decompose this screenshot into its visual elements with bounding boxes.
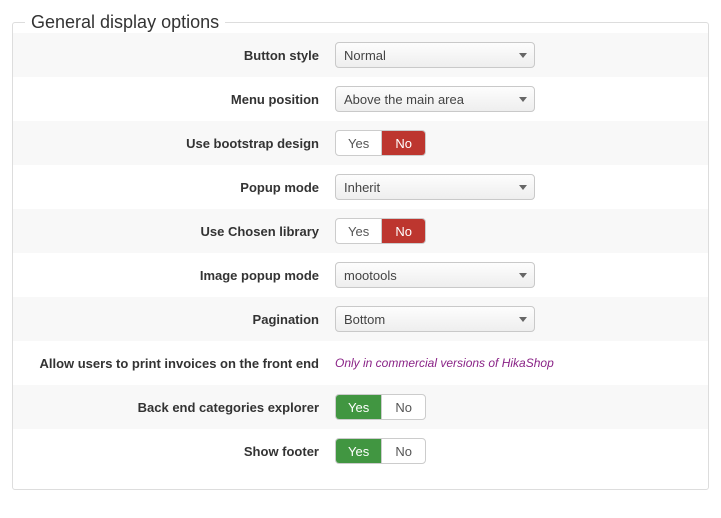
select-menu-position[interactable]: Above the main area (335, 86, 535, 112)
row-bootstrap: Use bootstrap design Yes No (13, 121, 708, 165)
commercial-note: Only in commercial versions of HikaShop (335, 356, 554, 370)
row-show-footer: Show footer Yes No (13, 429, 708, 473)
fieldset-legend: General display options (25, 12, 225, 33)
toggle-show-footer: Yes No (335, 438, 426, 464)
toggle-chosen-no[interactable]: No (381, 219, 425, 243)
select-button-style-wrap: Normal (335, 42, 535, 68)
row-popup-mode: Popup mode Inherit (13, 165, 708, 209)
label-pagination: Pagination (13, 302, 333, 337)
toggle-show-footer-no[interactable]: No (381, 439, 425, 463)
toggle-chosen: Yes No (335, 218, 426, 244)
label-invoices: Allow users to print invoices on the fro… (13, 346, 333, 381)
label-bootstrap: Use bootstrap design (13, 126, 333, 161)
select-popup-mode[interactable]: Inherit (335, 174, 535, 200)
label-image-popup: Image popup mode (13, 258, 333, 293)
label-menu-position: Menu position (13, 82, 333, 117)
label-button-style: Button style (13, 38, 333, 73)
label-chosen: Use Chosen library (13, 214, 333, 249)
select-menu-position-wrap: Above the main area (335, 86, 535, 112)
toggle-show-footer-yes[interactable]: Yes (336, 439, 381, 463)
row-backend-explorer: Back end categories explorer Yes No (13, 385, 708, 429)
row-invoices: Allow users to print invoices on the fro… (13, 341, 708, 385)
select-pagination-wrap: Bottom (335, 306, 535, 332)
toggle-bootstrap: Yes No (335, 130, 426, 156)
row-pagination: Pagination Bottom (13, 297, 708, 341)
select-popup-mode-wrap: Inherit (335, 174, 535, 200)
select-button-style[interactable]: Normal (335, 42, 535, 68)
toggle-backend-explorer-yes[interactable]: Yes (336, 395, 381, 419)
label-popup-mode: Popup mode (13, 170, 333, 205)
toggle-backend-explorer: Yes No (335, 394, 426, 420)
options-table: Button style Normal Menu position Above … (13, 33, 708, 473)
toggle-chosen-yes[interactable]: Yes (336, 219, 381, 243)
toggle-backend-explorer-no[interactable]: No (381, 395, 425, 419)
row-image-popup: Image popup mode mootools (13, 253, 708, 297)
general-display-options-fieldset: General display options Button style Nor… (12, 12, 709, 490)
label-show-footer: Show footer (13, 434, 333, 469)
select-image-popup-wrap: mootools (335, 262, 535, 288)
row-menu-position: Menu position Above the main area (13, 77, 708, 121)
select-pagination[interactable]: Bottom (335, 306, 535, 332)
select-image-popup[interactable]: mootools (335, 262, 535, 288)
row-chosen: Use Chosen library Yes No (13, 209, 708, 253)
row-button-style: Button style Normal (13, 33, 708, 77)
toggle-bootstrap-no[interactable]: No (381, 131, 425, 155)
toggle-bootstrap-yes[interactable]: Yes (336, 131, 381, 155)
label-backend-explorer: Back end categories explorer (13, 390, 333, 425)
